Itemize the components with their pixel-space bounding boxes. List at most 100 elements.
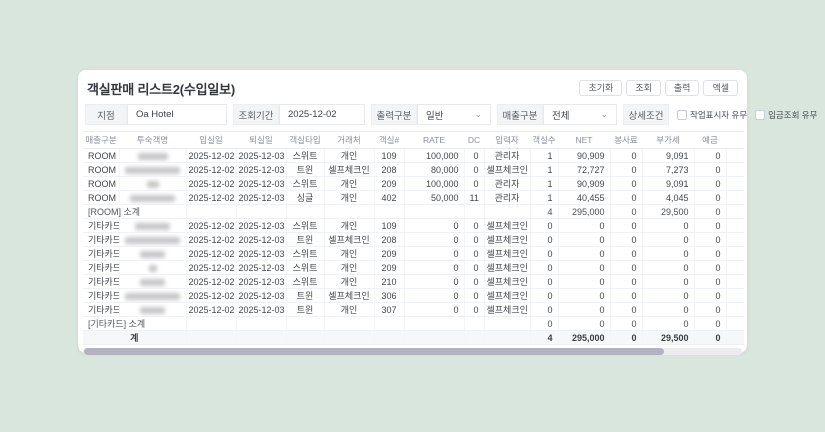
cell-cnt: 0 (530, 274, 559, 289)
search-button[interactable]: 조회 (626, 79, 661, 97)
cell-empty (726, 316, 744, 331)
cell-cnt: 1 (530, 176, 559, 191)
cell-dep: 0 (694, 316, 727, 331)
cell-checkin: 2025-12-02 (186, 288, 237, 303)
table-row[interactable]: ROOM 2025-12-02 2025-12-03 스위트 개인 109 100,000 0… (83, 148, 744, 163)
table-row[interactable]: ROOM 2025-12-02 2025-12-03 싱글 개인 402 50,000 11 관… (83, 190, 744, 205)
cell-vat: 7,273 (642, 162, 695, 177)
cell-sale: 기타카드 (83, 288, 120, 303)
cell-client: 셀프체크인 (324, 162, 375, 177)
table-row[interactable]: 기타카드 2025-12-02 2025-12-03 스위트 개인 209 0 0 셀프체크인 0… (83, 246, 744, 261)
cell-empty (186, 204, 237, 219)
table-row[interactable]: 기타카드 2025-12-02 2025-12-03 트윈 셀프체크인 306 0 0 셀프체크… (83, 288, 744, 303)
redacted-guest-name (130, 194, 175, 202)
horizontal-scrollbar-track[interactable] (83, 348, 742, 355)
cell-empty (464, 204, 485, 219)
cell-net: 0 (558, 274, 611, 289)
cell-vat: 0 (642, 232, 695, 247)
excel-button[interactable]: 엑셀 (703, 79, 738, 97)
table-row[interactable]: 기타카드 2025-12-02 2025-12-03 스위트 개인 210 0 0 셀프체크인 0… (83, 274, 744, 289)
cell-net: 0 (558, 218, 611, 233)
column-header: DC (464, 131, 484, 149)
cell-rate: 0 (404, 260, 465, 275)
table-row[interactable]: 기타카드 2025-12-02 2025-12-03 트윈 셀프체크인 208 0 0 셀프체크… (83, 232, 744, 247)
cell-cnt: 0 (530, 218, 559, 233)
cell-cnt: 4 (530, 204, 559, 219)
branch-label: 지점 (85, 104, 127, 125)
cell-by: 셀프체크인 (484, 162, 531, 177)
table-row[interactable]: ROOM 2025-12-02 2025-12-03 스위트 개인 209 100,000 0… (83, 176, 744, 191)
cell-extra (726, 232, 744, 247)
cell-rtype: 스위트 (286, 246, 325, 261)
cell-svc: 0 (610, 218, 643, 233)
branch-input[interactable]: Oa Hotel (127, 104, 227, 125)
cell-checkout: 2025-12-03 (236, 148, 287, 163)
work-marker-checkbox-label: 작업표시자 유무 (690, 109, 748, 120)
period-input[interactable]: 2025-12-02 (279, 104, 365, 125)
cell-checkin: 2025-12-02 (186, 246, 237, 261)
cell-rno: 209 (374, 246, 405, 261)
table-row[interactable]: 기타카드 2025-12-02 2025-12-03 트윈 개인 307 0 0 셀프체크인 0 0… (83, 302, 744, 317)
cell-empty (404, 330, 465, 345)
cell-checkout: 2025-12-03 (236, 232, 287, 247)
cell-checkin: 2025-12-02 (186, 302, 237, 317)
cell-dep: 0 (694, 162, 727, 177)
cell-vat: 0 (642, 246, 695, 261)
cell-by: 셀프체크인 (484, 302, 531, 317)
cell-rate: 80,000 (404, 162, 465, 177)
cell-extra (726, 162, 744, 177)
redacted-guest-name (125, 166, 180, 174)
work-marker-checkbox[interactable]: 작업표시자 유무 (677, 109, 747, 121)
cell-vat: 9,091 (642, 148, 695, 163)
cell-client: 개인 (324, 148, 375, 163)
horizontal-scrollbar-thumb[interactable] (84, 348, 664, 355)
cell-extra (726, 288, 744, 303)
cell-rno: 307 (374, 302, 405, 317)
chevron-down-icon: ⌄ (474, 109, 482, 119)
reset-button[interactable]: 초기화 (579, 79, 623, 97)
table-row[interactable]: ROOM 2025-12-02 2025-12-03 트윈 셀프체크인 208 80,000… (83, 162, 744, 177)
cell-vat: 0 (642, 274, 695, 289)
cell-rate: 0 (404, 246, 465, 261)
cell-svc: 0 (610, 274, 643, 289)
cell-dep: 0 (694, 148, 727, 163)
cell-checkin: 2025-12-02 (186, 162, 237, 177)
cell-empty (324, 204, 375, 219)
deposit-inquiry-checkbox-label: 입금조회 유무 (768, 109, 818, 120)
deposit-inquiry-checkbox[interactable]: 입금조회 유무 (755, 109, 817, 121)
cell-cnt: 0 (530, 260, 559, 275)
cell-vat: 29,500 (642, 330, 695, 345)
cell-net: 0 (558, 232, 611, 247)
cell-net: 0 (558, 246, 611, 261)
cell-empty (286, 316, 325, 331)
cell-rtype: 스위트 (286, 260, 325, 275)
sales-type-select[interactable]: 전체 ⌄ (543, 104, 617, 125)
cell-dc: 0 (464, 148, 485, 163)
cell-client: 개인 (324, 302, 375, 317)
cell-sale: ROOM (83, 148, 120, 163)
detail-condition-label: 상세조건 (623, 104, 669, 125)
cell-net: 0 (558, 302, 611, 317)
cell-net: 295,000 (558, 204, 611, 219)
cell-rtype: 트윈 (286, 162, 325, 177)
cell-empty (186, 330, 237, 345)
table-row[interactable]: 기타카드 2025-12-02 2025-12-03 스위트 개인 109 0 0 셀프체크인 0… (83, 218, 744, 233)
cell-rate: 50,000 (404, 190, 465, 205)
cell-vat: 0 (642, 218, 695, 233)
table-row[interactable]: 기타카드 2025-12-02 2025-12-03 스위트 개인 209 0 0 셀프체크인 0… (83, 260, 744, 275)
redacted-guest-name (140, 278, 165, 286)
cell-cnt: 0 (530, 288, 559, 303)
cell-net: 295,000 (558, 330, 611, 345)
output-type-select[interactable]: 일반 ⌄ (417, 104, 491, 125)
cell-empty (186, 316, 237, 331)
print-button[interactable]: 출력 (664, 79, 700, 97)
cell-empty (236, 330, 287, 345)
redacted-guest-name (148, 264, 157, 272)
cell-dc: 0 (464, 274, 485, 289)
cell-checkout: 2025-12-03 (236, 260, 287, 275)
column-header: 투숙객명 (119, 131, 186, 149)
cell-rate: 100,000 (404, 176, 465, 191)
cell-guest (119, 148, 187, 163)
summary-label: [ROOM] 소계 (83, 204, 187, 219)
redacted-guest-name (125, 236, 180, 244)
